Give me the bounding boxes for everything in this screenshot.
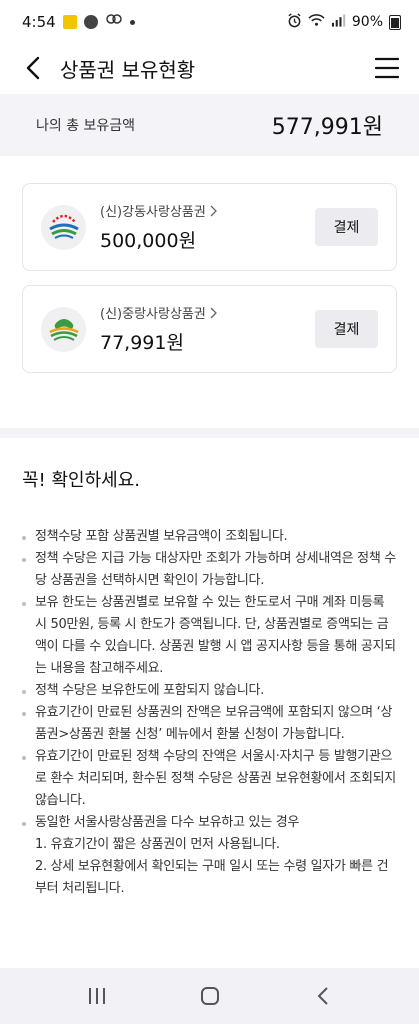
- app-header: 상품권 보유현황: [0, 44, 419, 92]
- chevron-left-icon: [26, 56, 40, 80]
- notice-item-text: 동일한 서울사랑상품권을 다수 보유하고 있는 경우: [35, 815, 300, 830]
- gangdong-logo-icon: [41, 204, 86, 250]
- notice-section: 꼭! 확인하세요. 정책수당 포함 상품권별 보유금액이 조회됩니다. 정책 수…: [0, 438, 419, 900]
- chevron-right-icon: [210, 307, 217, 318]
- system-back-button[interactable]: [303, 976, 343, 1016]
- voucher-amount: 77,991원: [100, 332, 184, 354]
- back-button[interactable]: [20, 53, 46, 83]
- pay-button-jungnang[interactable]: 결제: [315, 310, 378, 348]
- notice-item: 정책 수당은 지급 가능 대상자만 조회가 가능하며 상세내역은 정책 수당 상…: [22, 548, 397, 592]
- recent-apps-button[interactable]: [77, 976, 117, 1016]
- total-balance-amount: 577,991원: [271, 115, 383, 140]
- voucher-name-link[interactable]: (신)중랑사랑상품권: [100, 303, 315, 322]
- status-bar: 4:54 90%: [0, 0, 419, 44]
- hamburger-menu-icon: [375, 57, 399, 79]
- menu-button[interactable]: [373, 54, 401, 82]
- notice-item: 정책 수당은 보유한도에 포함되지 않습니다.: [22, 680, 397, 702]
- total-balance-summary: 나의 총 보유금액 577,991원: [0, 94, 419, 156]
- voucher-info: (신)강동사랑상품권 500,000원: [100, 201, 315, 253]
- voucher-card-gangdong: (신)강동사랑상품권 500,000원 결제: [22, 183, 397, 271]
- status-right: 90%: [287, 12, 401, 32]
- battery-percent: 90%: [351, 14, 383, 30]
- notice-item: 정책수당 포함 상품권별 보유금액이 조회됩니다.: [22, 526, 397, 548]
- section-divider: [0, 428, 419, 438]
- status-time: 4:54: [22, 13, 56, 31]
- notice-subitem: 2. 상세 보유현황에서 확인되는 구매 일시 또는 수령 일자가 빠른 건부터…: [35, 859, 389, 896]
- jungnang-logo-icon: [41, 306, 86, 352]
- voucher-name-link[interactable]: (신)강동사랑상품권: [100, 201, 315, 220]
- notice-item: 동일한 서울사랑상품권을 다수 보유하고 있는 경우 1. 유효기간이 짧은 상…: [22, 812, 397, 900]
- voucher-amount: 500,000원: [100, 230, 197, 252]
- voucher-name: (신)강동사랑상품권: [100, 205, 206, 220]
- notice-item: 보유 한도는 상품권별로 보유할 수 있는 한도로서 구매 계좌 미등록 시 5…: [22, 592, 397, 680]
- voucher-card-jungnang: (신)중랑사랑상품권 77,991원 결제: [22, 285, 397, 373]
- notification-chat-icon: [83, 15, 98, 29]
- notice-list: 정책수당 포함 상품권별 보유금액이 조회됩니다. 정책 수당은 지급 가능 대…: [22, 526, 397, 900]
- recent-apps-icon: [88, 988, 105, 1004]
- notification-app-icon: [62, 15, 77, 29]
- page-title: 상품권 보유현황: [60, 57, 196, 82]
- notice-item: 유효기간이 만료된 상품권의 잔액은 보유금액에 포함되지 않으며 ‘상품권>상…: [22, 702, 397, 746]
- total-balance-label: 나의 총 보유금액: [36, 118, 136, 134]
- voucher-list: (신)강동사랑상품권 500,000원 결제 (신)중랑사랑상품권 77,991…: [22, 183, 397, 387]
- voucher-info: (신)중랑사랑상품권 77,991원: [100, 303, 315, 355]
- notice-item: 유효기간이 만료된 정책 수당의 잔액은 서울시·자치구 등 발행기관으로 환수…: [22, 746, 397, 812]
- notice-title: 꼭! 확인하세요.: [22, 470, 141, 491]
- signal-icon: [331, 13, 346, 31]
- wifi-icon: [308, 13, 325, 31]
- battery-icon: [389, 14, 401, 30]
- chevron-right-icon: [210, 205, 217, 216]
- chevron-left-icon: [317, 987, 328, 1005]
- system-nav-bar: [0, 968, 419, 1024]
- home-button[interactable]: [190, 976, 230, 1016]
- notification-more-dot: [129, 19, 135, 25]
- home-icon: [200, 987, 219, 1005]
- notice-subitem: 1. 유효기간이 짧은 상품권이 먼저 사용됩니다.: [35, 837, 280, 852]
- pay-button-gangdong[interactable]: 결제: [315, 208, 378, 246]
- notification-bank-icon: [105, 13, 123, 31]
- voucher-name: (신)중랑사랑상품권: [100, 307, 206, 322]
- status-left: 4:54: [22, 13, 135, 31]
- alarm-icon: [287, 12, 302, 32]
